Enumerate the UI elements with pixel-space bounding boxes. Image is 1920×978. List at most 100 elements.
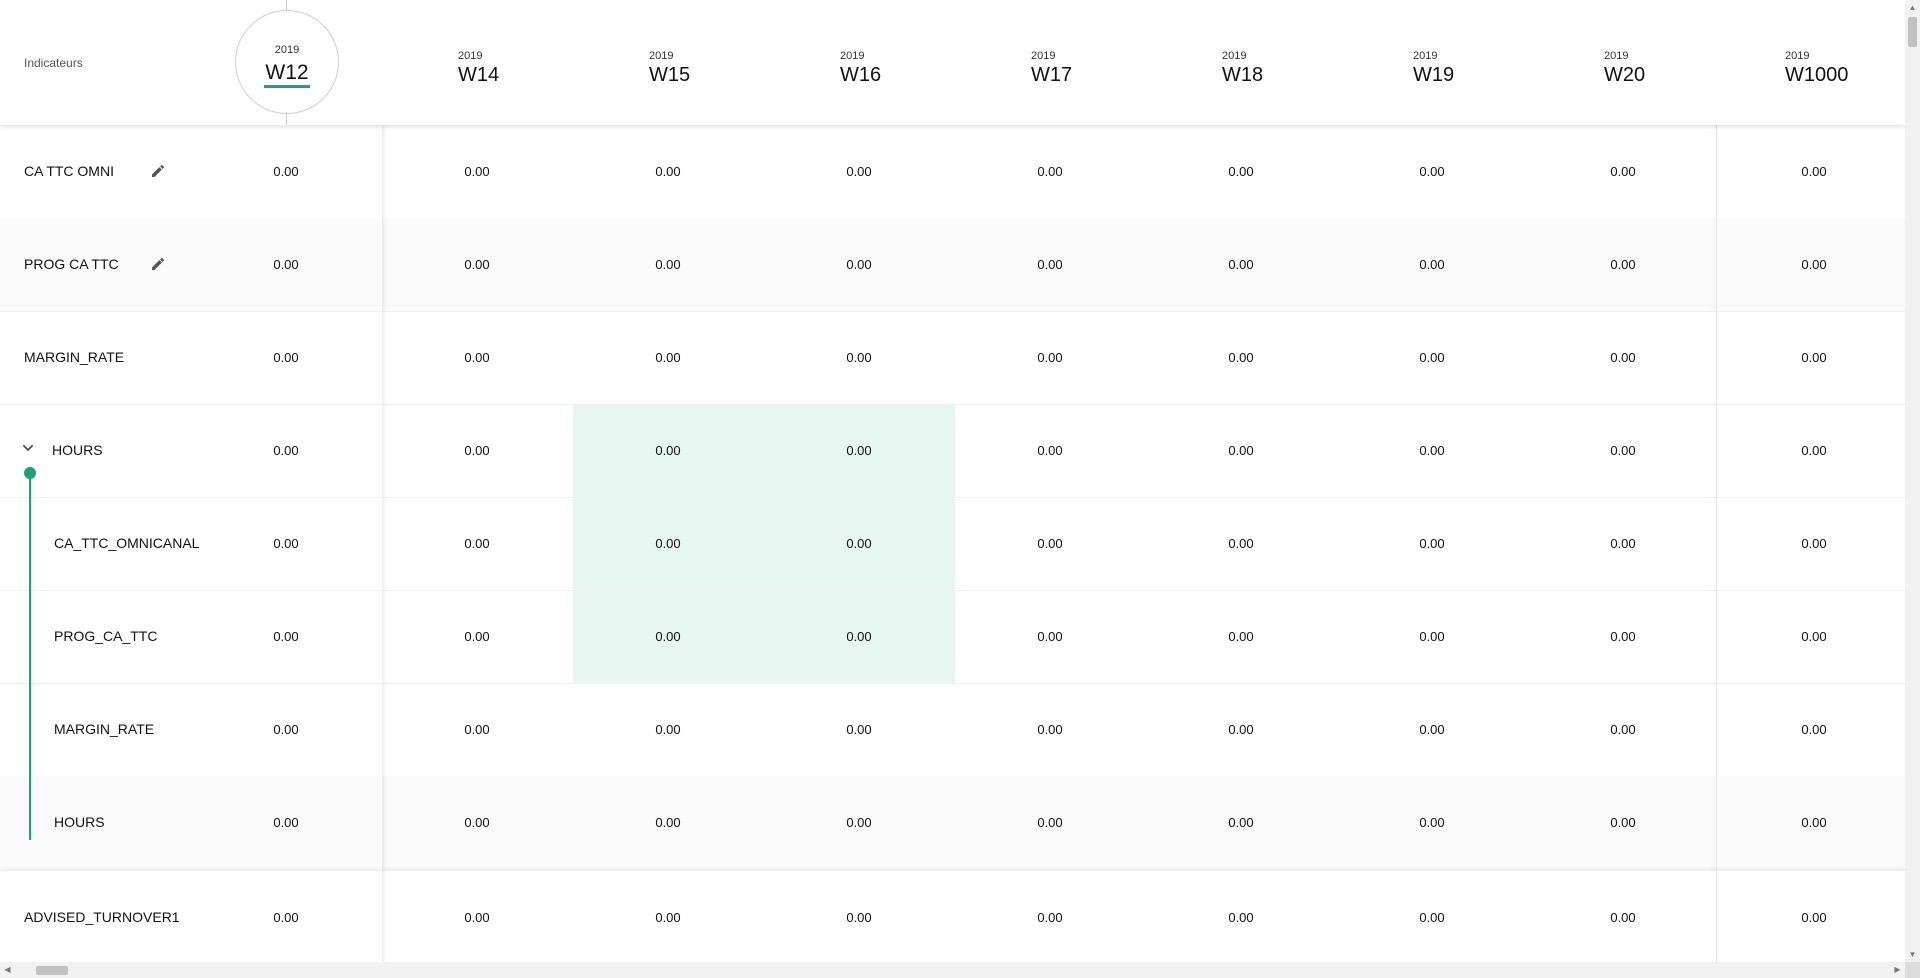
value-cell[interactable]: 0.00 [1563, 590, 1683, 683]
value-cell[interactable]: 0.00 [990, 125, 1110, 218]
week-column-header[interactable]: 2019 W15 [649, 50, 769, 87]
value-cell[interactable]: 0.00 [1372, 683, 1492, 776]
current-week-cell[interactable]: 0.00 [226, 404, 346, 497]
current-week-cell[interactable]: 0.00 [226, 497, 346, 590]
value-cell[interactable]: 0.00 [1563, 683, 1683, 776]
value-cell[interactable]: 0.00 [417, 871, 537, 962]
current-week-badge[interactable]: 2019 W12 [235, 10, 339, 114]
horizontal-scroll-thumb[interactable] [36, 966, 68, 975]
week-column-header[interactable]: 2019 W17 [1031, 50, 1151, 87]
value-cell[interactable]: 0.00 [1372, 497, 1492, 590]
value-cell[interactable]: 0.00 [1181, 125, 1301, 218]
pencil-icon[interactable] [150, 256, 166, 272]
value-cell[interactable]: 0.00 [417, 311, 537, 404]
value-cell[interactable]: 0.00 [417, 683, 537, 776]
value-cell[interactable]: 0.00 [1563, 404, 1683, 497]
pencil-icon[interactable] [150, 163, 166, 179]
value-cell[interactable]: 0.00 [799, 776, 919, 869]
value-cell[interactable]: 0.00 [417, 125, 537, 218]
value-cell[interactable]: 0.00 [1372, 871, 1492, 962]
value-cell[interactable]: 0.00 [608, 497, 728, 590]
value-cell[interactable]: 0.00 [1754, 683, 1874, 776]
vertical-scroll-thumb[interactable] [1908, 17, 1917, 47]
value-cell[interactable]: 0.00 [1754, 590, 1874, 683]
value-cell[interactable]: 0.00 [1754, 218, 1874, 311]
current-week-cell[interactable]: 0.00 [226, 871, 346, 962]
value-cell[interactable]: 0.00 [799, 590, 919, 683]
scroll-up-arrow-icon[interactable]: ▲ [1905, 0, 1920, 15]
value-cell[interactable]: 0.00 [1372, 404, 1492, 497]
value-cell[interactable]: 0.00 [990, 871, 1110, 962]
value-cell[interactable]: 0.00 [1181, 404, 1301, 497]
value-cell[interactable]: 0.00 [990, 404, 1110, 497]
value-cell[interactable]: 0.00 [1372, 311, 1492, 404]
current-week-cell[interactable]: 0.00 [226, 311, 346, 404]
value-cell[interactable]: 0.00 [608, 871, 728, 962]
chevron-down-icon[interactable] [20, 440, 36, 456]
value-cell[interactable]: 0.00 [990, 683, 1110, 776]
value-cell[interactable]: 0.00 [1372, 590, 1492, 683]
week-column-header[interactable]: 2019 W19 [1413, 50, 1533, 87]
value-cell[interactable]: 0.00 [1372, 125, 1492, 218]
value-cell[interactable]: 0.00 [990, 590, 1110, 683]
current-week-cell[interactable]: 0.00 [226, 776, 346, 869]
week-column-header[interactable]: 2019 W16 [840, 50, 960, 87]
value-cell[interactable]: 0.00 [608, 218, 728, 311]
value-cell[interactable]: 0.00 [417, 590, 537, 683]
value-cell[interactable]: 0.00 [417, 218, 537, 311]
value-cell[interactable]: 0.00 [1181, 871, 1301, 962]
value-cell[interactable]: 0.00 [1181, 311, 1301, 404]
value-cell[interactable]: 0.00 [1754, 125, 1874, 218]
value-cell[interactable]: 0.00 [799, 871, 919, 962]
group-row-hours[interactable]: HOURS 0.00 0.00 0.00 0.00 0.00 0.00 0.00… [0, 404, 1905, 498]
value-cell[interactable]: 0.00 [1754, 871, 1874, 962]
value-cell[interactable]: 0.00 [1372, 776, 1492, 869]
value-cell[interactable]: 0.00 [1754, 776, 1874, 869]
value-cell[interactable]: 0.00 [1563, 776, 1683, 869]
vertical-scrollbar[interactable]: ▲ ▼ [1905, 0, 1920, 962]
value-cell[interactable]: 0.00 [1754, 311, 1874, 404]
value-cell[interactable]: 0.00 [608, 776, 728, 869]
value-cell[interactable]: 0.00 [608, 590, 728, 683]
scroll-down-arrow-icon[interactable]: ▼ [1905, 947, 1920, 962]
scroll-left-arrow-icon[interactable]: ◀ [0, 962, 15, 978]
current-week-cell[interactable]: 0.00 [226, 683, 346, 776]
value-cell[interactable]: 0.00 [990, 776, 1110, 869]
value-cell[interactable]: 0.00 [608, 125, 728, 218]
value-cell[interactable]: 0.00 [1563, 218, 1683, 311]
value-cell[interactable]: 0.00 [990, 311, 1110, 404]
value-cell[interactable]: 0.00 [799, 125, 919, 218]
week-column-header[interactable]: 2019 W20 [1604, 50, 1724, 87]
value-cell[interactable]: 0.00 [1563, 871, 1683, 962]
value-cell[interactable]: 0.00 [417, 497, 537, 590]
value-cell[interactable]: 0.00 [799, 311, 919, 404]
week-column-header[interactable]: 2019 W1000 [1785, 50, 1905, 87]
value-cell[interactable]: 0.00 [608, 683, 728, 776]
value-cell[interactable]: 0.00 [1563, 125, 1683, 218]
value-cell[interactable]: 0.00 [990, 497, 1110, 590]
scroll-right-arrow-icon[interactable]: ▶ [1890, 962, 1905, 978]
week-column-header[interactable]: 2019 W14 [458, 50, 578, 87]
value-cell[interactable]: 0.00 [990, 218, 1110, 311]
value-cell[interactable]: 0.00 [1181, 590, 1301, 683]
current-week-cell[interactable]: 0.00 [226, 218, 346, 311]
value-cell[interactable]: 0.00 [417, 776, 537, 869]
value-cell[interactable]: 0.00 [1181, 218, 1301, 311]
value-cell[interactable]: 0.00 [608, 311, 728, 404]
value-cell[interactable]: 0.00 [799, 683, 919, 776]
value-cell[interactable]: 0.00 [799, 404, 919, 497]
value-cell[interactable]: 0.00 [417, 404, 537, 497]
current-week-cell[interactable]: 0.00 [226, 590, 346, 683]
horizontal-scrollbar[interactable]: ◀ ▶ [0, 962, 1905, 978]
current-week-cell[interactable]: 0.00 [226, 125, 346, 218]
value-cell[interactable]: 0.00 [1563, 497, 1683, 590]
value-cell[interactable]: 0.00 [1181, 683, 1301, 776]
value-cell[interactable]: 0.00 [799, 497, 919, 590]
value-cell[interactable]: 0.00 [1181, 776, 1301, 869]
value-cell[interactable]: 0.00 [1181, 497, 1301, 590]
value-cell[interactable]: 0.00 [799, 218, 919, 311]
week-column-header[interactable]: 2019 W18 [1222, 50, 1342, 87]
value-cell[interactable]: 0.00 [1754, 404, 1874, 497]
value-cell[interactable]: 0.00 [608, 404, 728, 497]
value-cell[interactable]: 0.00 [1563, 311, 1683, 404]
